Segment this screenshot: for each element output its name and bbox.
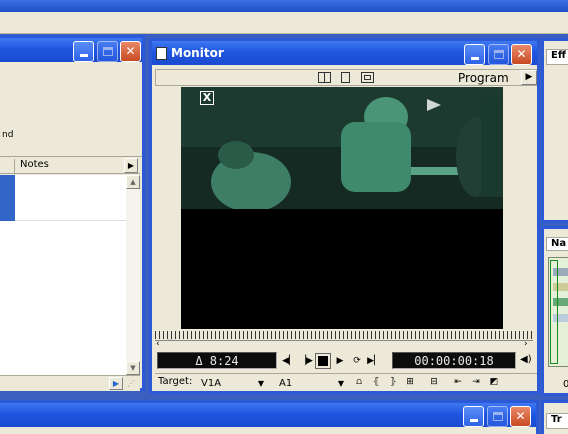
- column-header-row: Notes ▶: [0, 158, 140, 174]
- chevron-down-icon: ▼: [257, 378, 264, 388]
- project-info-area: nd: [0, 65, 142, 157]
- monitor-maximize-button[interactable]: [488, 44, 509, 65]
- mark-in-icon[interactable]: ⦃: [369, 375, 383, 389]
- minimize-icon: [469, 419, 478, 422]
- transitions-tab[interactable]: Tr: [546, 413, 568, 429]
- target-row: Target: V1A ▼ A1 ▼ ⩍ ⦃ ⦄ ⊞ ⊟ ⇤ ⇥ ◩: [155, 373, 537, 391]
- export-frame-icon[interactable]: ◩: [487, 375, 501, 389]
- stop-icon[interactable]: [315, 353, 331, 369]
- minimize-icon: [79, 54, 88, 57]
- selected-cell[interactable]: [0, 175, 15, 221]
- monitor-view-bar: Program ▶: [155, 69, 537, 86]
- monitor-menu-button[interactable]: ▶: [521, 70, 537, 85]
- minimize-button[interactable]: [73, 41, 94, 62]
- info-text: nd: [2, 130, 14, 140]
- video-frame-image: [181, 87, 503, 209]
- duration-display: Δ 8:24: [157, 352, 277, 369]
- maximize-icon: [492, 412, 503, 421]
- timecode-display[interactable]: 00:00:00:18: [392, 352, 516, 369]
- scroll-down-button[interactable]: ▼: [126, 361, 140, 375]
- monitor-close-button[interactable]: ✕: [511, 44, 532, 65]
- project-window: ✕ nd Notes ▶ ▲ ▼ ▶ ⋰: [0, 35, 145, 391]
- vertical-scrollbar[interactable]: ▲ ▼: [126, 175, 140, 375]
- program-label: Program: [458, 71, 509, 85]
- safe-margin-close-icon[interactable]: X: [200, 91, 214, 105]
- trim-view-button[interactable]: [361, 72, 374, 83]
- step-back-icon[interactable]: ◀▏: [282, 354, 296, 368]
- project-title-bar[interactable]: ✕: [0, 38, 142, 62]
- chevron-down-icon: ▼: [337, 378, 344, 388]
- audio-target-value: A1: [279, 377, 293, 389]
- minimize-icon: [470, 57, 479, 60]
- transport-controls: ◀▏ ▕▶ ▶ ⟳ ▶▏: [282, 353, 394, 369]
- monitor-title: Monitor: [171, 46, 224, 60]
- scroll-right-button[interactable]: ▶: [109, 377, 123, 390]
- video-display[interactable]: X: [181, 87, 503, 329]
- lift-icon[interactable]: ⩍: [352, 375, 366, 389]
- column-menu-button[interactable]: ▶: [124, 158, 138, 173]
- mark-out-icon[interactable]: ⦄: [386, 375, 400, 389]
- timeline-close-button[interactable]: ✕: [510, 406, 531, 427]
- timeline-title-bar[interactable]: ✕: [0, 403, 536, 427]
- project-list[interactable]: [0, 175, 126, 375]
- play-to-end-icon[interactable]: ▶▏: [367, 354, 381, 368]
- play-icon[interactable]: ▶: [333, 354, 347, 368]
- notes-column-header[interactable]: Notes: [20, 159, 49, 170]
- go-to-out-icon[interactable]: ⇥: [469, 375, 483, 389]
- scroll-up-button[interactable]: ▲: [126, 175, 140, 189]
- timeline-maximize-button[interactable]: [487, 406, 508, 427]
- timeline-minimize-button[interactable]: [463, 406, 484, 427]
- loop-icon[interactable]: ⟳: [350, 354, 364, 368]
- horizontal-scrollbar[interactable]: ▶ ⋰: [0, 375, 140, 391]
- app-title-bar: [0, 0, 568, 12]
- video-target-value: V1A: [201, 377, 222, 389]
- transitions-window: Tr: [541, 400, 568, 434]
- navigator-zoom-value: 0: [563, 379, 568, 390]
- column-divider: [14, 159, 15, 173]
- maximize-icon: [102, 47, 113, 56]
- list-row-selected[interactable]: [0, 175, 126, 221]
- audio-target-select[interactable]: A1 ▼: [275, 375, 347, 391]
- monitor-window-icon: [156, 46, 167, 60]
- dual-view-button[interactable]: [318, 72, 331, 83]
- maximize-button[interactable]: [97, 41, 118, 62]
- video-target-select[interactable]: V1A ▼: [197, 375, 267, 391]
- monitor-window: Monitor ✕ Program ▶ X ▼ ‹ ›: [149, 38, 540, 394]
- navigator-tab[interactable]: Na: [546, 237, 568, 251]
- time-ruler[interactable]: [155, 331, 533, 339]
- maximize-icon: [493, 50, 504, 59]
- scrub-right-icon: ›: [524, 339, 528, 349]
- go-to-in-icon[interactable]: ⇤: [451, 375, 465, 389]
- audio-speaker-icon[interactable]: ◀): [520, 354, 532, 365]
- effects-tab[interactable]: Eff: [546, 49, 568, 65]
- navigator-preview[interactable]: [548, 257, 568, 367]
- timeline-window: ✕: [0, 400, 539, 434]
- monitor-minimize-button[interactable]: [464, 44, 485, 65]
- scrub-bar[interactable]: ‹ ›: [155, 339, 533, 349]
- effects-window: Eff: [541, 38, 568, 223]
- insert-icon[interactable]: ⊞: [403, 375, 417, 389]
- overlay-icon[interactable]: ⊟: [427, 375, 441, 389]
- navigator-window: Na 0: [541, 226, 568, 396]
- resize-grip-icon[interactable]: ⋰: [127, 379, 135, 388]
- single-view-button[interactable]: [341, 72, 350, 83]
- app-toolbar: [0, 12, 568, 34]
- target-label: Target:: [158, 376, 193, 387]
- scrub-left-icon: ‹: [156, 339, 160, 349]
- monitor-title-bar[interactable]: Monitor ✕: [152, 41, 537, 65]
- navigator-viewbox[interactable]: [550, 260, 558, 364]
- close-button[interactable]: ✕: [120, 41, 141, 62]
- step-forward-icon[interactable]: ▕▶: [299, 354, 313, 368]
